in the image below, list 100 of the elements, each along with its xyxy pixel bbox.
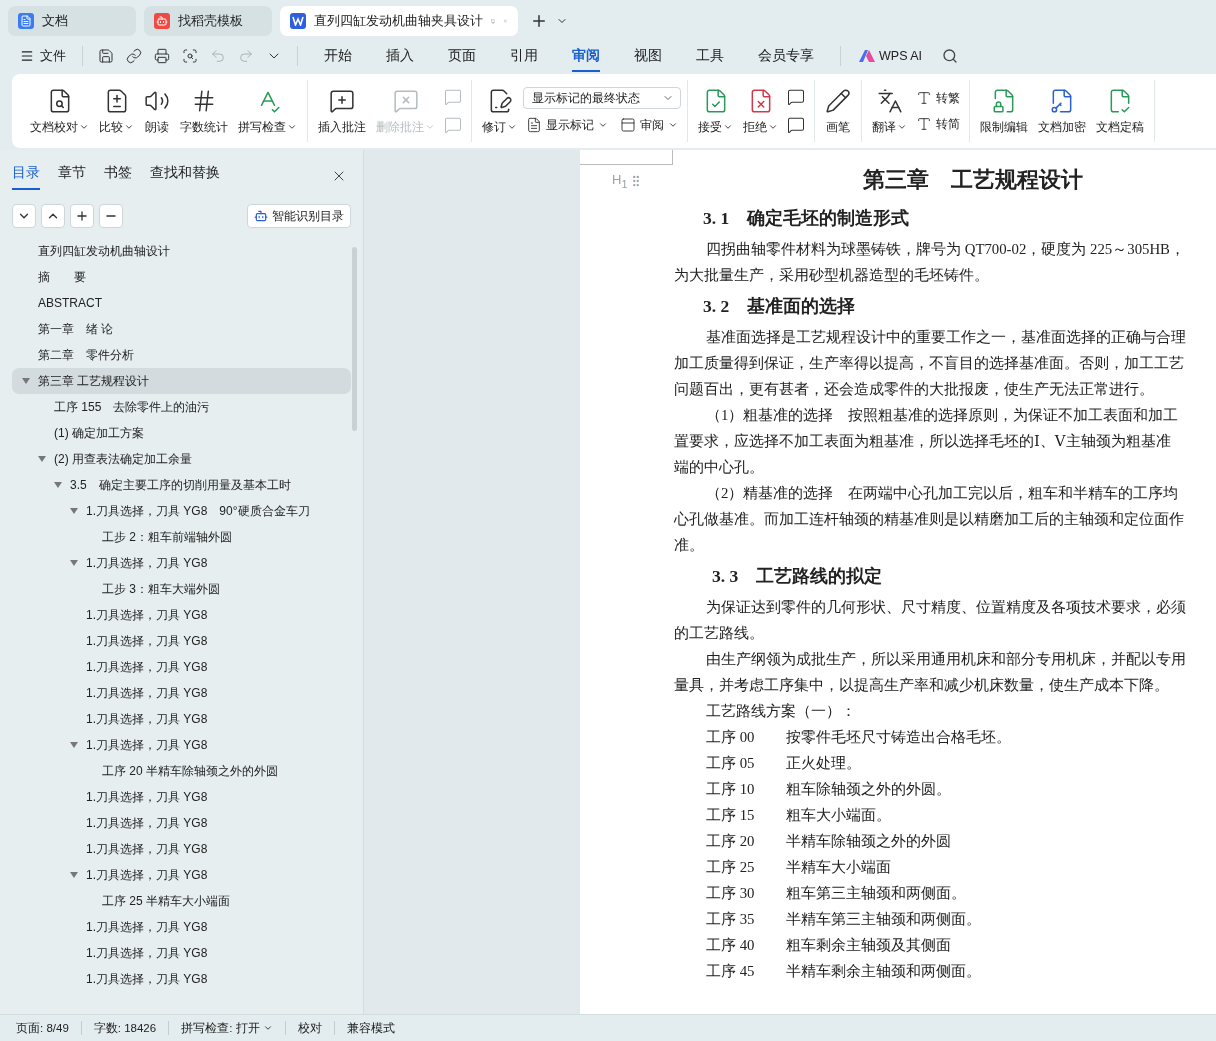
expand-triangle-icon[interactable] [70, 559, 78, 567]
ribbon-button[interactable]: 翻译 [868, 83, 911, 139]
link-icon [126, 48, 142, 64]
toc-item[interactable]: 第三章 工艺规程设计 [12, 368, 351, 394]
toc-item[interactable]: 1.刀具选择，刀具 YG8 [12, 732, 351, 758]
scrollbar-thumb[interactable] [352, 247, 357, 431]
status-item[interactable]: 拼写检查: 打开 [181, 1020, 273, 1036]
toc-item[interactable]: 第二章 零件分析 [12, 342, 351, 368]
ribbon-button[interactable]: 朗读 [140, 83, 174, 139]
ribbon-button[interactable]: 插入批注 [314, 83, 370, 139]
smart-toc-button[interactable]: 智能识别目录 [247, 204, 351, 228]
toc-item[interactable]: 摘 要 [12, 264, 351, 290]
toc-item[interactable]: 1.刀具选择，刀具 YG8 [12, 810, 351, 836]
ribbon-button[interactable]: 修订 [478, 83, 521, 139]
toc-item[interactable]: 1.刀具选择，刀具 YG8 90°硬质合金车刀 [12, 498, 351, 524]
ribbon-tab[interactable]: 会员专享 [758, 40, 814, 72]
toc-item[interactable]: 1.刀具选择，刀具 YG8 [12, 862, 351, 888]
undo-icon [210, 48, 226, 64]
process-description: 半精车除轴颈之外的外圆 [786, 831, 951, 851]
new-tab-icon[interactable] [530, 12, 548, 30]
toc-item[interactable]: 1.刀具选择，刀具 YG8 [12, 836, 351, 862]
ribbon-button[interactable]: 字数统计 [176, 83, 232, 139]
toc-item[interactable]: 1.刀具选择，刀具 YG8 [12, 914, 351, 940]
ribbon-tab[interactable]: 工具 [696, 40, 724, 72]
print-preview-icon [182, 48, 198, 64]
toc-item[interactable]: 1.刀具选择，刀具 YG8 [12, 706, 351, 732]
toc-item[interactable]: 工序 155 去除零件上的油污 [12, 394, 351, 420]
expand-button[interactable] [12, 204, 36, 228]
ribbon-button[interactable]: 限制编辑 [976, 83, 1032, 139]
ribbon-tab[interactable]: 插入 [386, 40, 414, 72]
toc-item[interactable]: 第一章 绪 论 [12, 316, 351, 342]
panel-tab[interactable]: 章节 [58, 162, 86, 190]
toc-item[interactable]: 1.刀具选择，刀具 YG8 [12, 680, 351, 706]
process-description: 粗车大小端面。 [786, 805, 891, 825]
process-description: 粗车剩余主轴颈及其侧面 [786, 935, 951, 955]
panel-tab[interactable]: 目录 [12, 162, 40, 190]
ribbon-button[interactable]: 画笔 [821, 83, 855, 139]
section-number: 3. 2 [703, 295, 730, 317]
collapse-button[interactable] [41, 204, 65, 228]
expand-triangle-icon[interactable] [70, 871, 78, 879]
ribbon-tab[interactable]: 页面 [448, 40, 476, 72]
expand-triangle-icon[interactable] [54, 481, 62, 489]
toc-item[interactable]: 工序 20 半精车除轴颈之外的外圆 [12, 758, 351, 784]
search-icon[interactable] [942, 48, 959, 64]
ribbon-button[interactable]: 文档加密 [1034, 83, 1090, 139]
ribbon-button[interactable]: 拒绝 [739, 83, 782, 139]
markup-select[interactable]: 显示标记的最终状态 [523, 87, 681, 109]
ribbon-tab[interactable]: 引用 [510, 40, 538, 72]
ribbon-button[interactable]: 文档定稿 [1092, 83, 1148, 139]
document-tab[interactable]: 找稻壳模板 [144, 6, 272, 36]
ribbon-tab[interactable]: 开始 [324, 40, 352, 72]
ai-button[interactable]: WPS AI [853, 48, 929, 64]
expand-triangle-icon[interactable] [22, 377, 30, 385]
panel-tab[interactable]: 书签 [104, 162, 132, 190]
next-comment-icon [787, 116, 805, 134]
toc-item[interactable]: 1.刀具选择，刀具 YG8 [12, 628, 351, 654]
ribbon-tab[interactable]: 视图 [634, 40, 662, 72]
ribbon-tab[interactable]: 审阅 [572, 40, 600, 72]
add-button[interactable] [70, 204, 94, 228]
expand-triangle-icon[interactable] [70, 507, 78, 515]
process-number: 工序 35 [706, 909, 756, 929]
paragraph-line: 为保证达到零件的几何形状、尺寸精度、位置精度及各项技术要求，必须 [706, 599, 1186, 615]
document-tab[interactable]: 文档 [8, 6, 136, 36]
translate-icon [876, 87, 903, 114]
process-description: 粗车除轴颈之外的外圆。 [786, 779, 951, 799]
status-item: 字数: 18426 [93, 1020, 157, 1036]
ribbon-button[interactable]: 接受 [694, 83, 737, 139]
ribbon-button[interactable]: 审阅 [617, 115, 681, 135]
toc-item[interactable]: 工步 2：粗车前端轴外圆 [12, 524, 351, 550]
toc-item[interactable]: 直列四缸发动机曲轴设计 [12, 238, 351, 264]
toc-item[interactable]: 工步 3：粗车大端外圆 [12, 576, 351, 602]
file-menu-button[interactable]: 文件 [16, 45, 70, 67]
ribbon-button[interactable]: 文档校对 [26, 83, 93, 139]
toc-item[interactable]: ABSTRACT [12, 290, 351, 316]
panel-tab[interactable]: 查找和替换 [150, 162, 220, 190]
toc-item[interactable]: 1.刀具选择，刀具 YG8 [12, 602, 351, 628]
toc-item[interactable]: 1.刀具选择，刀具 YG8 [12, 940, 351, 966]
ribbon-button[interactable]: 比较 [95, 83, 138, 139]
toc-item[interactable]: 3.5 确定主要工序的切削用量及基本工时 [12, 472, 351, 498]
heading-level-marker: H$_{1}$ [612, 172, 628, 190]
toc-item[interactable]: 1.刀具选择，刀具 YG8 [12, 654, 351, 680]
ribbon-button[interactable]: 拼写检查 [234, 83, 301, 139]
ribbon-button[interactable]: 转繁 [913, 88, 963, 108]
ribbon-button[interactable]: 显示标记 [523, 115, 611, 135]
paragraph-line: 端的中心孔。 [674, 459, 764, 475]
toc-item[interactable]: 工序 25 半精车大小端面 [12, 888, 351, 914]
process-number: 工序 25 [706, 857, 756, 877]
toc-item[interactable]: 1.刀具选择，刀具 YG8 [12, 966, 351, 992]
toc-item[interactable]: (2) 用查表法确定加工余量 [12, 446, 351, 472]
toc-item[interactable]: 1.刀具选择，刀具 YG8 [12, 550, 351, 576]
process-number: 工序 40 [706, 935, 756, 955]
toc-item[interactable]: (1) 确定加工方案 [12, 420, 351, 446]
ribbon-button[interactable]: 转简 [913, 114, 963, 134]
expand-triangle-icon[interactable] [38, 455, 46, 463]
panel-icon [620, 117, 636, 133]
comment-add-icon [329, 87, 355, 114]
paragraph-line: （2）精基准的选择 在两端中心孔加工完以后，粗车和半精车的工序均 [706, 485, 1179, 501]
remove-button[interactable] [99, 204, 123, 228]
toc-item[interactable]: 1.刀具选择，刀具 YG8 [12, 784, 351, 810]
expand-triangle-icon[interactable] [70, 741, 78, 749]
